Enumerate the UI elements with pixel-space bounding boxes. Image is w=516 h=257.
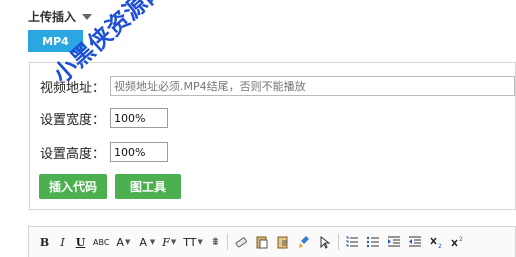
outdent-icon[interactable] bbox=[406, 233, 424, 251]
insert-code-button[interactable]: 插入代码 bbox=[39, 174, 107, 199]
strikethrough-button[interactable]: ABC bbox=[91, 233, 111, 251]
toolbar-divider bbox=[337, 234, 339, 250]
superscript-icon[interactable]: 2 bbox=[448, 233, 466, 251]
format-brush-icon[interactable] bbox=[295, 233, 313, 251]
editor-toolbar: B I U ABC A ▼ A ▼ F ▼ TT ▼ ⩩ 2 2 bbox=[28, 226, 516, 257]
highlight-color-button[interactable]: A ▼ bbox=[135, 233, 157, 251]
indent-icon[interactable] bbox=[385, 233, 403, 251]
chevron-down-icon: ▼ bbox=[124, 238, 131, 246]
mp4-form-panel: 视频地址： 设置宽度： 设置高度： 插入代码 图工具 bbox=[29, 62, 516, 210]
bold-button[interactable]: B bbox=[37, 233, 52, 251]
paste-text-icon[interactable] bbox=[274, 233, 292, 251]
height-row: 设置高度： bbox=[40, 142, 168, 162]
highlight-letter: A bbox=[139, 235, 147, 249]
svg-text:2: 2 bbox=[438, 243, 442, 249]
tool-button[interactable]: 图工具 bbox=[115, 174, 181, 199]
paste-icon[interactable] bbox=[253, 233, 271, 251]
font-size-letters: TT bbox=[183, 235, 197, 249]
width-label: 设置宽度： bbox=[40, 112, 106, 128]
video-url-input[interactable] bbox=[110, 76, 515, 96]
width-row: 设置宽度： bbox=[40, 108, 168, 128]
ordered-list-icon[interactable] bbox=[343, 233, 361, 251]
italic-button[interactable]: I bbox=[55, 233, 70, 251]
video-url-row: 视频地址： bbox=[40, 76, 515, 96]
font-color-letter: A bbox=[116, 235, 124, 249]
svg-text:2: 2 bbox=[459, 236, 463, 243]
subscript-icon[interactable]: 2 bbox=[427, 233, 445, 251]
toolbar-divider bbox=[226, 234, 228, 250]
upload-insert-header[interactable]: 上传插入 bbox=[28, 8, 93, 25]
font-size-button[interactable]: TT ▼ bbox=[181, 233, 205, 251]
height-input[interactable] bbox=[110, 142, 168, 162]
width-input[interactable] bbox=[110, 108, 168, 128]
font-color-button[interactable]: A ▼ bbox=[114, 233, 132, 251]
chevron-down-icon: ▼ bbox=[149, 238, 156, 246]
eraser-icon[interactable] bbox=[232, 233, 250, 251]
height-label: 设置高度： bbox=[40, 146, 106, 162]
chevron-down-icon: ▼ bbox=[170, 238, 177, 246]
underline-button[interactable]: U bbox=[73, 233, 88, 251]
tab-mp4[interactable]: MP4 bbox=[28, 30, 83, 52]
chevron-down-icon: ▼ bbox=[197, 238, 203, 246]
caret-down-icon[interactable] bbox=[82, 13, 93, 20]
header-title: 上传插入 bbox=[28, 10, 77, 24]
video-url-label: 视频地址： bbox=[40, 80, 106, 96]
font-family-letter: F bbox=[162, 235, 170, 249]
unordered-list-icon[interactable] bbox=[364, 233, 382, 251]
cursor-select-icon[interactable] bbox=[316, 233, 334, 251]
table-button[interactable]: ⩩ bbox=[208, 233, 223, 251]
font-family-button[interactable]: F ▼ bbox=[160, 233, 178, 251]
